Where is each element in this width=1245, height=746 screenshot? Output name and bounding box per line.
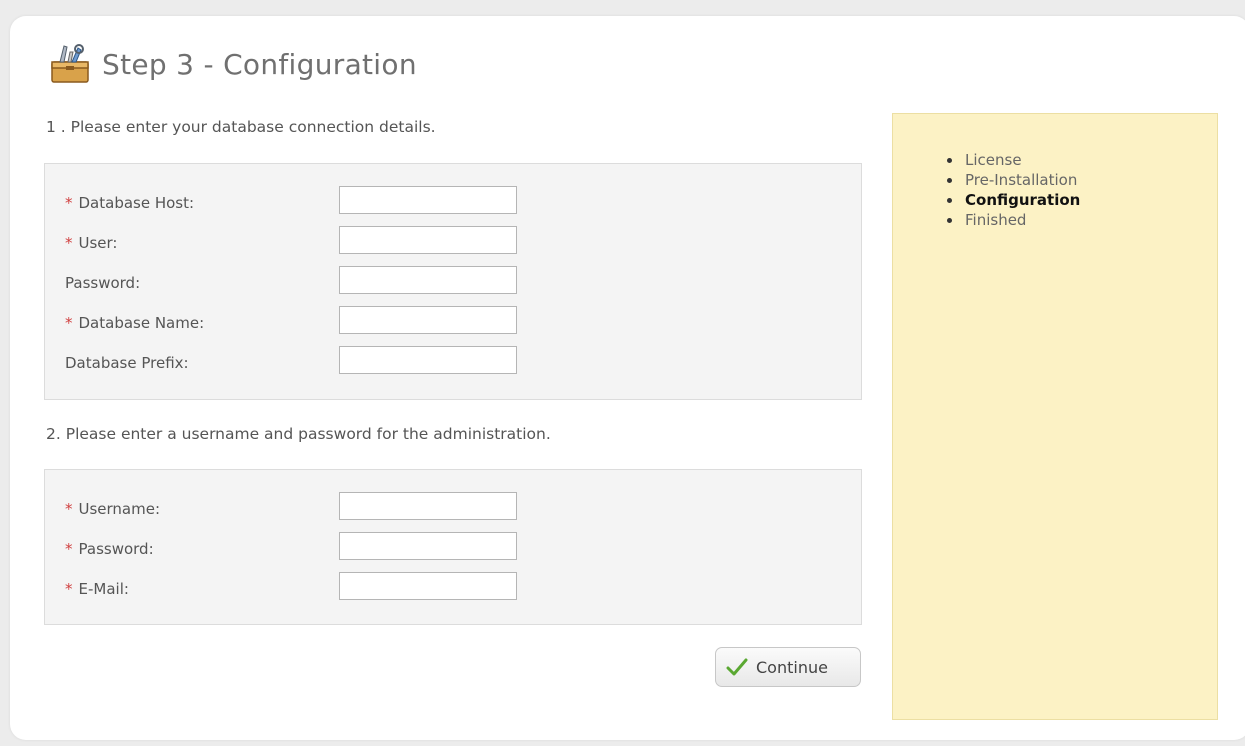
form-row-username: * Username: (45, 492, 861, 524)
form-row-email: * E-Mail: (45, 572, 861, 604)
steps-list: License Pre-Installation Configuration F… (945, 150, 1080, 230)
required-marker: * (65, 194, 73, 212)
continue-label: Continue (756, 657, 828, 677)
admin-password-label: * Password: (65, 540, 154, 558)
checkmark-icon (726, 658, 748, 676)
database-host-input[interactable] (339, 186, 517, 214)
required-marker: * (65, 580, 73, 598)
page-title: Step 3 - Configuration (102, 47, 417, 81)
database-form: * Database Host: * User: Password: * Databa… (44, 163, 862, 400)
section-1-heading: 1 . Please enter your database connectio… (46, 118, 436, 136)
database-name-input[interactable] (339, 306, 517, 334)
password-label: Password: (65, 274, 141, 292)
form-row-database-host: * Database Host: (45, 186, 861, 218)
form-row-user: * User: (45, 226, 861, 258)
form-row-database-name: * Database Name: (45, 306, 861, 338)
user-input[interactable] (339, 226, 517, 254)
user-label: * User: (65, 234, 118, 252)
database-host-label: * Database Host: (65, 194, 195, 212)
admin-password-input[interactable] (339, 532, 517, 560)
step-license: License (945, 150, 1080, 170)
steps-sidebar: License Pre-Installation Configuration F… (892, 113, 1218, 720)
step-pre-installation: Pre-Installation (945, 170, 1080, 190)
required-marker: * (65, 234, 73, 252)
form-row-admin-password: * Password: (45, 532, 861, 564)
page-header: Step 3 - Configuration (46, 40, 417, 88)
step-configuration: Configuration (945, 190, 1080, 210)
db-password-input[interactable] (339, 266, 517, 294)
required-marker: * (65, 314, 73, 332)
continue-button[interactable]: Continue (715, 647, 861, 687)
database-prefix-label: Database Prefix: (65, 354, 189, 372)
section-2-heading: 2. Please enter a username and password … (46, 425, 551, 443)
step-finished: Finished (945, 210, 1080, 230)
email-label: * E-Mail: (65, 580, 129, 598)
database-prefix-input[interactable] (339, 346, 517, 374)
form-row-database-prefix: Database Prefix: (45, 346, 861, 378)
required-marker: * (65, 500, 73, 518)
required-marker: * (65, 540, 73, 558)
database-name-label: * Database Name: (65, 314, 205, 332)
toolbox-icon (51, 44, 89, 83)
username-label: * Username: (65, 500, 161, 518)
username-input[interactable] (339, 492, 517, 520)
email-input[interactable] (339, 572, 517, 600)
form-row-password: Password: (45, 266, 861, 298)
admin-form: * Username: * Password: * E-Mail: (44, 469, 862, 625)
